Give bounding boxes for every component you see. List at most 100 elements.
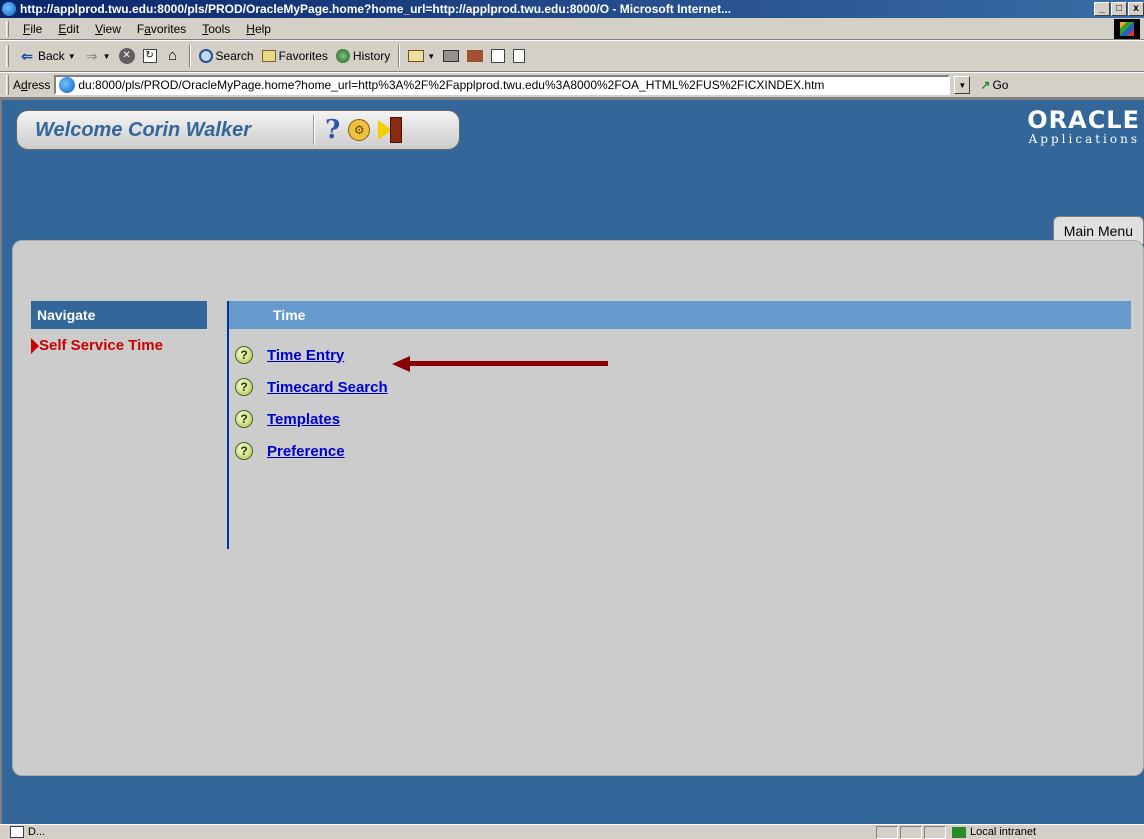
question-help-icon[interactable]: ?	[235, 346, 253, 364]
window-title-bar[interactable]: http://applprod.twu.edu:8000/pls/PROD/Or…	[0, 0, 1144, 18]
status-panel	[900, 826, 922, 839]
time-entry-link[interactable]: Time Entry	[267, 347, 344, 364]
forward-arrow-icon: ⇒	[85, 48, 98, 64]
favorites-icon	[261, 50, 276, 62]
oracle-logo: ORACLE Applications	[1027, 106, 1140, 146]
edit-icon	[467, 50, 484, 62]
back-button[interactable]: ⇐ Back ▼	[15, 44, 80, 68]
menu-file-label: ile	[30, 21, 43, 36]
stop-icon: ✕	[118, 48, 135, 64]
content-panel: Navigate Self Service Time Time ? Time E…	[12, 240, 1144, 776]
annotation-arrow	[392, 356, 608, 372]
question-help-icon[interactable]: ?	[235, 378, 253, 396]
nav-item-label: Self Service Time	[39, 337, 163, 354]
oracle-page: Welcome Corin Walker ? ⚙ ORACLE Applicat…	[0, 98, 1144, 824]
ie-icon	[2, 2, 16, 16]
forward-button[interactable]: ⇒ ▼	[80, 44, 115, 68]
logout-door-icon	[390, 117, 403, 143]
windows-flag-icon	[1120, 22, 1134, 36]
status-panel	[876, 826, 898, 839]
mail-button[interactable]: ▼	[404, 44, 439, 68]
menu-favorites-label: vorites	[150, 21, 187, 36]
status-bar: D... Local intranet	[0, 824, 1144, 839]
back-arrow-icon: ⇐	[21, 48, 33, 64]
home-icon: ⌂	[168, 47, 178, 64]
messenger-icon	[513, 49, 526, 63]
search-icon	[198, 49, 213, 63]
list-item: ? Templates	[235, 403, 1131, 435]
status-text: D...	[28, 826, 46, 838]
page-icon	[59, 77, 76, 93]
search-button[interactable]: Search	[195, 44, 258, 68]
toolbar-separator	[398, 45, 401, 67]
mail-dropdown-icon[interactable]: ▼	[427, 52, 435, 61]
back-label: Back	[38, 49, 65, 63]
menu-bar: File Edit View Favorites Tools Help	[0, 18, 1144, 40]
print-button[interactable]	[439, 44, 463, 68]
menu-view-label: iew	[102, 21, 121, 36]
menu-help-accel: H	[246, 21, 255, 36]
question-help-icon[interactable]: ?	[235, 442, 253, 460]
menu-tools-label: ools	[208, 21, 231, 36]
menu-grip	[6, 20, 9, 37]
oracle-logo-subtitle: Applications	[1028, 132, 1140, 146]
back-dropdown-icon[interactable]: ▼	[68, 52, 76, 61]
history-button[interactable]: History	[332, 44, 394, 68]
arrow-shaft	[406, 361, 608, 366]
stop-button[interactable]: ✕	[115, 44, 139, 68]
address-url: du:8000/pls/PROD/OracleMyPage.home?home_…	[78, 78, 825, 92]
search-label: Search	[215, 49, 254, 63]
address-grip	[6, 75, 9, 95]
address-input[interactable]: du:8000/pls/PROD/OracleMyPage.home?home_…	[54, 75, 951, 95]
favorites-button[interactable]: Favorites	[258, 44, 332, 68]
edit-button[interactable]	[463, 44, 487, 68]
question-help-icon[interactable]: ?	[235, 410, 253, 428]
go-label: Go	[992, 78, 1009, 92]
menu-view[interactable]: View	[87, 22, 129, 36]
menu-edit-label: dit	[66, 21, 80, 36]
intranet-zone-icon	[952, 827, 966, 838]
address-accel: d	[21, 78, 28, 92]
menu-tools[interactable]: Tools	[194, 22, 238, 36]
time-header: Time	[229, 301, 1131, 329]
status-panel	[924, 826, 946, 839]
forward-dropdown-icon[interactable]: ▼	[103, 52, 111, 61]
standard-toolbar: ⇐ Back ▼ ⇒ ▼ ✕ ↻ ⌂ Search Favorites Hist…	[0, 40, 1144, 72]
discuss-icon	[491, 49, 506, 63]
navigate-column: Navigate Self Service Time	[31, 301, 207, 354]
oracle-logo-word: ORACLE	[1027, 106, 1140, 134]
menu-file[interactable]: File	[15, 22, 50, 36]
maximize-button[interactable]: □	[1111, 2, 1127, 16]
menu-favorites[interactable]: Favorites	[129, 22, 194, 36]
logout-icon[interactable]	[378, 117, 403, 143]
close-button[interactable]: x	[1128, 2, 1144, 16]
refresh-button[interactable]: ↻	[139, 44, 161, 68]
menu-edit[interactable]: Edit	[50, 22, 87, 36]
discuss-button[interactable]	[487, 44, 509, 68]
minimize-button[interactable]: _	[1094, 2, 1110, 16]
favorites-label: Favorites	[278, 49, 328, 63]
home-button[interactable]: ⌂	[161, 44, 185, 68]
status-page-icon	[10, 826, 24, 838]
menu-help-label: elp	[254, 21, 271, 36]
nav-item-self-service-time[interactable]: Self Service Time	[31, 337, 207, 354]
list-item: ? Timecard Search	[235, 371, 1131, 403]
time-column: Time ? Time Entry ? Timecard Search ? Te…	[227, 301, 1131, 549]
preferences-icon[interactable]: ⚙	[348, 119, 371, 141]
selected-marker-icon	[31, 337, 39, 354]
preference-link[interactable]: Preference	[267, 443, 345, 460]
help-icon[interactable]: ?	[325, 115, 340, 145]
windows-logo-throbber	[1114, 19, 1140, 39]
window-title: http://applprod.twu.edu:8000/pls/PROD/Or…	[20, 2, 732, 16]
list-item: ? Preference	[235, 435, 1131, 467]
messenger-button[interactable]	[509, 44, 529, 68]
refresh-icon: ↻	[142, 49, 157, 63]
go-button[interactable]: ↗ Go	[980, 78, 1008, 92]
toolbar-grip	[6, 45, 9, 67]
timecard-search-link[interactable]: Timecard Search	[267, 379, 388, 396]
menu-help[interactable]: Help	[238, 22, 279, 36]
address-dropdown-button[interactable]: ▼	[954, 76, 971, 94]
list-item: ? Time Entry	[235, 339, 1131, 371]
address-label: Adress	[13, 78, 51, 92]
templates-link[interactable]: Templates	[267, 411, 340, 428]
